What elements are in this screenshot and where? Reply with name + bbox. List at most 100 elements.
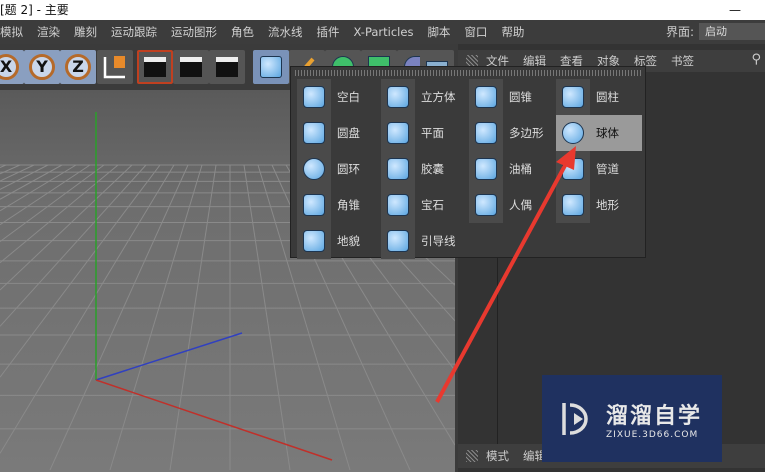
cylinder-icon [562,86,584,108]
icon-wrap [556,187,590,223]
icon-wrap [556,151,590,187]
cube-icon [260,56,282,78]
primitive-label: 胶囊 [421,162,444,176]
primitive-label: 圆盘 [337,126,360,140]
primitive-item-platonic[interactable]: 宝石 [381,187,467,223]
grip-icon[interactable] [466,450,478,462]
primitive-item-pyramid[interactable]: 角锥 [297,187,383,223]
menu-item[interactable]: 雕刻 [74,24,97,40]
icon-wrap [469,79,503,115]
menu-item[interactable]: 窗口 [464,24,487,40]
primitive-item-null[interactable]: 空白 [297,79,383,115]
clapboard-gear-icon [216,57,238,77]
clapboard-icon [144,57,166,77]
grid-line [0,164,119,264]
menu-item[interactable]: X-Particles [354,25,414,39]
primitive-label: 多边形 [509,126,544,140]
primitive-label: 圆柱 [596,90,619,104]
interface-selector[interactable]: 界面: 启动 [666,23,765,40]
menu-item[interactable]: 模拟 [0,24,23,40]
primitive-item-tube[interactable]: 管道 [556,151,642,187]
disc-icon [303,122,325,144]
primitive-item-sphere[interactable]: 球体 [556,115,642,151]
primitive-label: 油桶 [509,162,532,176]
primitive-item-capsule[interactable]: 胶囊 [381,151,467,187]
watermark-url: ZIXUE.3D66.COM [606,429,699,440]
polygon-icon [475,122,497,144]
y-axis-icon: Y [29,54,55,80]
render-settings-button[interactable] [209,50,245,84]
menu-item[interactable]: 插件 [317,24,340,40]
attribute-manager-menu-item[interactable]: 模式 [486,448,509,464]
oiltank-icon [475,158,497,180]
primitive-label: 地貌 [337,234,360,248]
icon-wrap [381,223,415,259]
icon-wrap [469,115,503,151]
watermark: 溜溜自学 ZIXUE.3D66.COM [542,375,722,462]
primitive-item-guide[interactable]: 引导线 [381,223,467,259]
popup-grip[interactable] [295,70,641,76]
render-view-button[interactable] [137,50,173,84]
primitive-item-cube[interactable]: 立方体 [381,79,467,115]
grid-line [0,164,105,243]
minimize-button[interactable]: — [729,0,741,20]
primitive-item-disc[interactable]: 圆盘 [297,115,383,151]
primitive-label: 空白 [337,90,360,104]
torus-icon [303,158,325,180]
icon-wrap [297,79,331,115]
cube-primitive-button[interactable] [253,50,289,84]
plane-icon [387,122,409,144]
primitive-item-landscape[interactable]: 地形 [556,187,642,223]
primitive-item-cylinder[interactable]: 圆柱 [556,79,642,115]
menu-item[interactable]: 运动图形 [171,24,217,40]
landscape-icon [562,194,584,216]
icon-wrap [381,151,415,187]
interface-dropdown[interactable]: 启动 [699,23,765,40]
primitive-item-polygon[interactable]: 多边形 [469,115,555,151]
object-manager-menu-item[interactable]: 书签 [671,53,694,69]
primitive-label: 人偶 [509,198,532,212]
primitive-item-relief[interactable]: 地貌 [297,223,383,259]
y-axis-lock-button[interactable]: Y [24,50,60,84]
z-axis-line [95,332,243,381]
z-axis-icon: Z [65,54,91,80]
primitive-label: 平面 [421,126,444,140]
primitive-item-torus[interactable]: 圆环 [297,151,383,187]
grid-line [0,164,35,182]
grid-line [0,164,147,327]
icon-wrap [297,223,331,259]
x-axis-line [95,379,333,461]
icon-wrap [381,115,415,151]
z-axis-lock-button[interactable]: Z [60,50,96,84]
menu-item[interactable]: 角色 [231,24,254,40]
primitive-label: 管道 [596,162,619,176]
icon-wrap [469,187,503,223]
primitive-item-figure[interactable]: 人偶 [469,187,555,223]
primitives-popup: 空白 立方体 圆锥 圆柱圆盘 平面 多边形 球体圆环 胶囊 油桶 管道角锥 宝石 人偶 地形地貌 引导线 [290,66,646,259]
cube-icon [387,86,409,108]
x-axis-lock-button[interactable]: X [0,50,24,84]
pyramid-icon [303,194,325,216]
grid-line [49,164,189,471]
icon-wrap [381,187,415,223]
primitive-item-plane[interactable]: 平面 [381,115,467,151]
title-bar: [题 2] - 主要 — [0,0,765,20]
menu-item[interactable]: 流水线 [268,24,303,40]
icon-wrap [469,151,503,187]
primitive-item-cone[interactable]: 圆锥 [469,79,555,115]
sphere-icon [562,122,584,144]
interface-label: 界面: [665,25,694,39]
menu-bar: 模拟 渲染 雕刻 运动跟踪 运动图形 角色 流水线 插件 X-Particles 脚本 窗口 帮助 [0,20,765,44]
menu-item[interactable]: 脚本 [427,24,450,40]
watermark-title: 溜溜自学 [606,403,703,429]
menu-item[interactable]: 帮助 [501,24,524,40]
coordinate-system-button[interactable] [97,50,133,84]
menu-item[interactable]: 运动跟踪 [111,24,157,40]
menu-item[interactable]: 渲染 [37,24,60,40]
primitive-label: 角锥 [337,198,360,212]
render-to-picture-viewer-button[interactable] [173,50,209,84]
primitive-label: 球体 [596,126,619,140]
tube-icon [562,158,584,180]
search-icon[interactable]: ⚲ [751,52,761,67]
primitive-item-oiltank[interactable]: 油桶 [469,151,555,187]
